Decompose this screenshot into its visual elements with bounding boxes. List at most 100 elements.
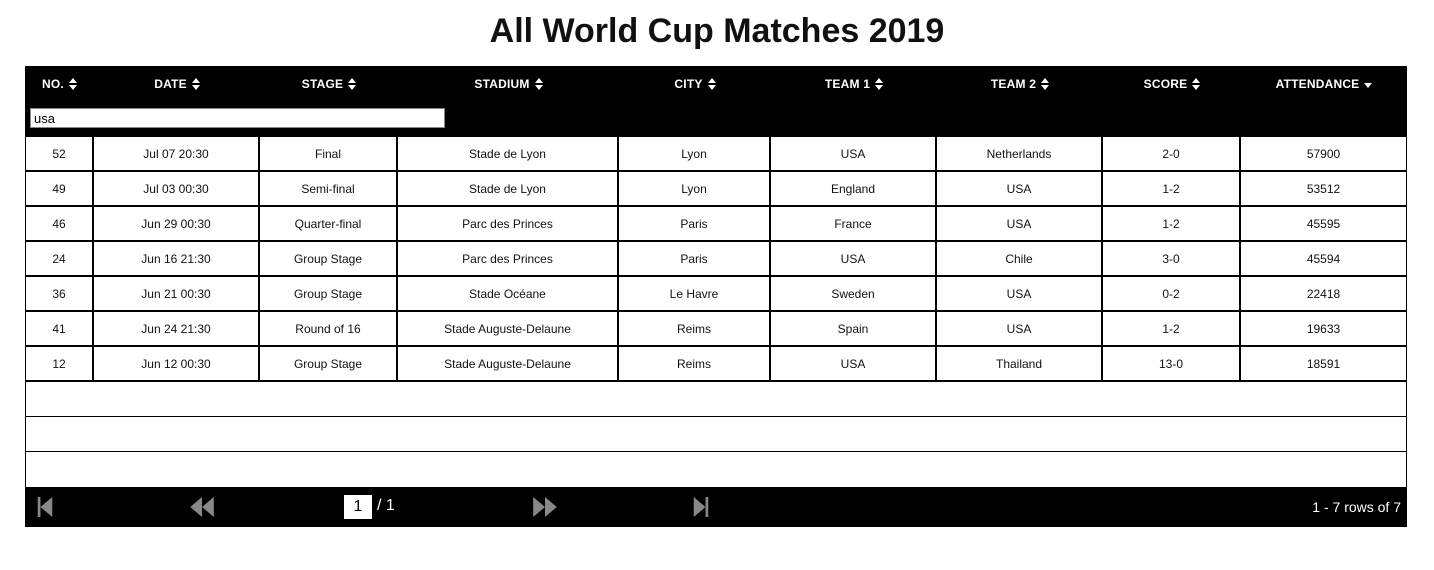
cell-attendance: 18591	[1241, 347, 1407, 382]
column-label: DATE	[154, 76, 187, 91]
cell-score: 1-2	[1103, 207, 1241, 242]
table-row: 24 Jun 16 21:30 Group Stage Parc des Prince…	[25, 242, 1407, 277]
cell-date: Jul 07 20:30	[94, 137, 260, 172]
previous-page-icon[interactable]	[189, 497, 215, 517]
column-label: CITY	[674, 76, 703, 91]
cell-team2: USA	[937, 172, 1103, 207]
cell-city: Reims	[619, 312, 771, 347]
cell-stage: Group Stage	[260, 277, 398, 312]
cell-team2: USA	[937, 312, 1103, 347]
cell-team1: Spain	[771, 312, 937, 347]
cell-stadium: Parc des Princes	[398, 242, 619, 277]
cell-date: Jun 21 00:30	[94, 277, 260, 312]
sort-icon	[707, 77, 716, 90]
cell-team1: USA	[771, 242, 937, 277]
cell-city: Paris	[619, 207, 771, 242]
cell-stage: Semi-final	[260, 172, 398, 207]
cell-stage: Round of 16	[260, 312, 398, 347]
column-header-city[interactable]: CITY	[619, 66, 771, 101]
table-body: 52 Jul 07 20:30 Final Stade de Lyon Lyon USA N…	[25, 137, 1407, 382]
cell-no: 41	[25, 312, 94, 347]
cell-no: 49	[25, 172, 94, 207]
column-label: NO.	[42, 76, 64, 91]
sort-desc-icon	[1364, 82, 1373, 88]
column-label: TEAM 2	[990, 76, 1037, 91]
cell-team2: Thailand	[937, 347, 1103, 382]
cell-team2: USA	[937, 277, 1103, 312]
pagination-bar: 1 / 1 1 - 7 rows of 7	[25, 487, 1407, 527]
cell-no: 24	[25, 242, 94, 277]
column-header-date[interactable]: DATE	[94, 66, 260, 101]
cell-team1: USA	[771, 137, 937, 172]
cell-stadium: Parc des Princes	[398, 207, 619, 242]
sort-icon	[1192, 77, 1201, 90]
cell-team1: France	[771, 207, 937, 242]
cell-date: Jun 29 00:30	[94, 207, 260, 242]
column-label: SCORE	[1143, 76, 1188, 91]
cell-stadium: Stade Auguste-Delaune	[398, 312, 619, 347]
cell-attendance: 19633	[1241, 312, 1407, 347]
column-header-team1[interactable]: TEAM 1	[771, 66, 937, 101]
cell-attendance: 53512	[1241, 172, 1407, 207]
cell-attendance: 22418	[1241, 277, 1407, 312]
column-label: STADIUM	[474, 76, 530, 91]
cell-date: Jun 16 21:30	[94, 242, 260, 277]
sort-icon	[348, 77, 357, 90]
column-label: TEAM 1	[824, 76, 871, 91]
filter-input[interactable]	[30, 108, 445, 128]
first-page-icon[interactable]	[37, 497, 53, 517]
filter-row	[25, 101, 1407, 137]
cell-stage: Quarter-final	[260, 207, 398, 242]
cell-city: Le Havre	[619, 277, 771, 312]
table-row: 41 Jun 24 21:30 Round of 16 Stade Auguste-D…	[25, 312, 1407, 347]
table-row: 36 Jun 21 00:30 Group Stage Stade Océane Le …	[25, 277, 1407, 312]
next-page-icon[interactable]	[532, 497, 558, 517]
sort-icon	[191, 77, 200, 90]
cell-no: 52	[25, 137, 94, 172]
cell-score: 2-0	[1103, 137, 1241, 172]
column-header-team2[interactable]: TEAM 2	[937, 66, 1103, 101]
cell-date: Jun 12 00:30	[94, 347, 260, 382]
cell-city: Lyon	[619, 137, 771, 172]
cell-score: 0-2	[1103, 277, 1241, 312]
page-title: All World Cup Matches 2019	[489, 12, 945, 50]
empty-row	[25, 452, 1407, 487]
cell-team1: England	[771, 172, 937, 207]
column-header-score[interactable]: SCORE	[1103, 66, 1241, 101]
cell-score: 13-0	[1103, 347, 1241, 382]
cell-city: Reims	[619, 347, 771, 382]
column-header-stage[interactable]: STAGE	[260, 66, 398, 101]
table-row: 49 Jul 03 00:30 Semi-final Stade de Lyon Lyo…	[25, 172, 1407, 207]
matches-table: NO. DATE STAGE STADIUM CITY TEAM 1 TEAM …	[25, 66, 1407, 527]
cell-score: 1-2	[1103, 312, 1241, 347]
empty-row	[25, 417, 1407, 452]
cell-no: 46	[25, 207, 94, 242]
cell-city: Paris	[619, 242, 771, 277]
cell-date: Jun 24 21:30	[94, 312, 260, 347]
cell-attendance: 57900	[1241, 137, 1407, 172]
cell-stadium: Stade de Lyon	[398, 137, 619, 172]
cell-score: 1-2	[1103, 172, 1241, 207]
column-header-stadium[interactable]: STADIUM	[398, 66, 619, 101]
column-header-no[interactable]: NO.	[25, 66, 94, 101]
sort-icon	[875, 77, 884, 90]
cell-stage: Group Stage	[260, 347, 398, 382]
cell-score: 3-0	[1103, 242, 1241, 277]
page-number-input[interactable]: 1	[344, 495, 372, 519]
cell-stadium: Stade de Lyon	[398, 172, 619, 207]
cell-no: 12	[25, 347, 94, 382]
sort-icon	[534, 77, 543, 90]
table-header: NO. DATE STAGE STADIUM CITY TEAM 1 TEAM …	[25, 66, 1407, 101]
cell-attendance: 45594	[1241, 242, 1407, 277]
table-row: 52 Jul 07 20:30 Final Stade de Lyon Lyon USA N…	[25, 137, 1407, 172]
cell-team1: Sweden	[771, 277, 937, 312]
column-label: STAGE	[301, 76, 344, 91]
cell-team2: Netherlands	[937, 137, 1103, 172]
last-page-icon[interactable]	[693, 497, 709, 517]
cell-date: Jul 03 00:30	[94, 172, 260, 207]
empty-row	[25, 382, 1407, 417]
cell-team2: USA	[937, 207, 1103, 242]
cell-team1: USA	[771, 347, 937, 382]
column-header-attendance[interactable]: ATTENDANCE	[1241, 66, 1407, 101]
column-label: ATTENDANCE	[1275, 76, 1360, 91]
